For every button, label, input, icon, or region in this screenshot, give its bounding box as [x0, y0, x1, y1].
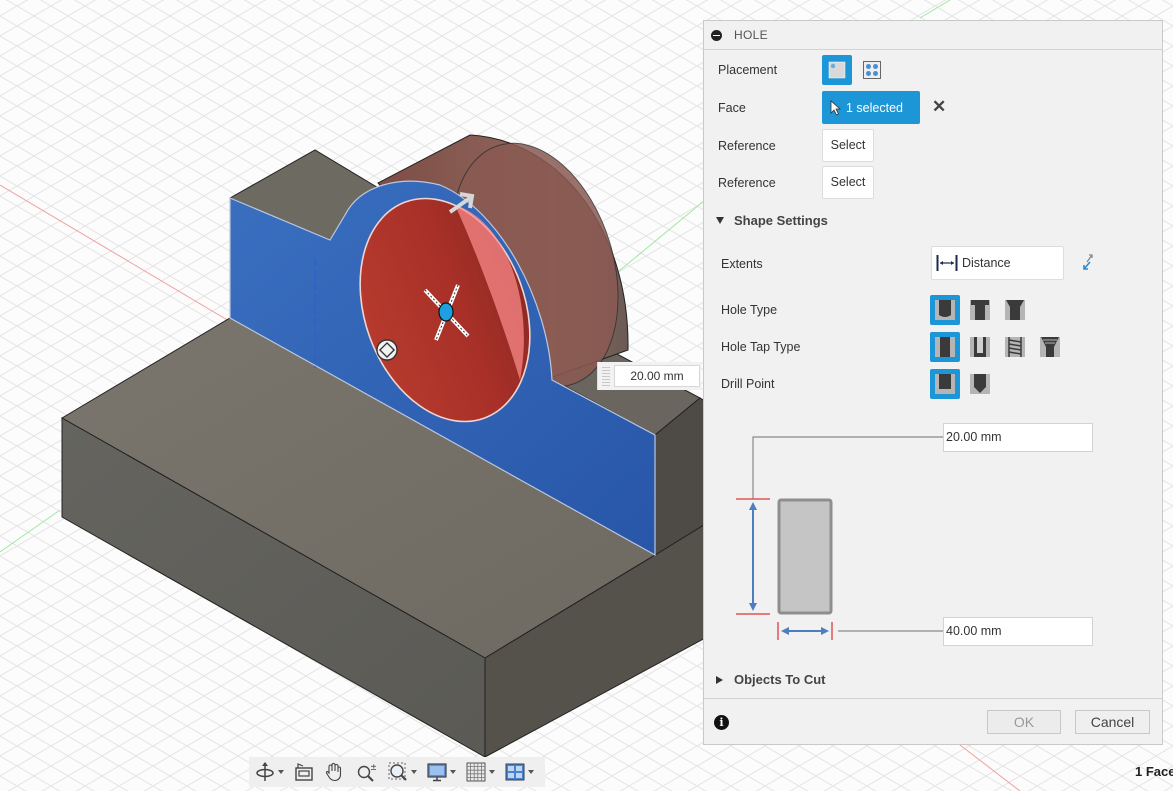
collapse-icon[interactable]: [711, 29, 722, 41]
clear-selection-icon[interactable]: ✕: [932, 97, 946, 117]
zoom-button[interactable]: ±: [354, 759, 378, 785]
single-hole-icon: [828, 61, 846, 79]
drill-point-flat-button[interactable]: [930, 369, 960, 399]
display-settings-button[interactable]: [425, 759, 462, 785]
collapsed-triangle-icon: [716, 675, 723, 684]
orbit-button[interactable]: [253, 759, 290, 785]
dialog-title: HOLE: [734, 28, 768, 42]
hole-type-simple-button[interactable]: [930, 295, 960, 325]
viewports-dropdown-caret[interactable]: [528, 770, 534, 774]
tap-tapped-icon: [1005, 337, 1025, 357]
face-selection-button[interactable]: 1 selected: [822, 91, 920, 124]
reference-row-1: Reference Select: [704, 129, 1162, 162]
drill-point-label: Drill Point: [721, 377, 775, 391]
extents-value: Distance: [962, 256, 1011, 270]
edge-point-handle[interactable]: [376, 339, 398, 361]
single-hole-button[interactable]: [822, 55, 852, 85]
grid-settings-button[interactable]: [464, 759, 501, 785]
look-at-icon: [295, 763, 313, 781]
svg-text:±: ±: [370, 763, 376, 773]
objects-to-cut-title: Objects To Cut: [734, 672, 826, 687]
simple-hole-icon: [935, 300, 955, 320]
fit-dropdown-caret[interactable]: [411, 770, 417, 774]
dialog-header[interactable]: HOLE: [704, 21, 1162, 50]
tap-simple-icon: [935, 337, 955, 357]
reference-label-1: Reference: [718, 139, 776, 153]
countersink-icon: [1005, 300, 1025, 320]
flip-direction-icon[interactable]: [1079, 252, 1097, 272]
cursor-arrow-icon: [830, 99, 842, 116]
fit-zoom-window-icon: [388, 762, 407, 781]
pan-hand-icon: [325, 762, 342, 782]
placement-label: Placement: [718, 63, 778, 77]
zoom-icon: ±: [357, 763, 376, 782]
diameter-input[interactable]: 20.00 mm: [943, 423, 1093, 452]
extents-dropdown[interactable]: Distance: [931, 246, 1064, 280]
depth-input[interactable]: 40.00 mm: [943, 617, 1093, 646]
drag-grip[interactable]: [602, 366, 610, 386]
grid-dropdown-caret[interactable]: [489, 770, 495, 774]
orbit-icon: [256, 762, 274, 781]
cancel-button[interactable]: Cancel: [1075, 710, 1150, 734]
selection-status: 1 Face: [1135, 764, 1173, 779]
ok-button[interactable]: OK: [987, 710, 1061, 734]
canvas-dimension-input[interactable]: 20.00 mm: [597, 362, 701, 390]
flat-drill-point-icon: [935, 374, 955, 394]
hole-type-counterbore-button[interactable]: [965, 295, 995, 325]
multiple-holes-icon: [863, 61, 881, 79]
drill-point-angle-button[interactable]: [965, 369, 995, 399]
display-monitor-icon: [427, 763, 447, 782]
reference-row-2: Reference Select: [704, 166, 1162, 199]
tap-type-taper-button[interactable]: [1035, 332, 1065, 362]
display-dropdown-caret[interactable]: [450, 770, 456, 774]
expand-triangle-icon: [716, 217, 724, 224]
extents-row: Extents Distance: [704, 246, 1162, 280]
multiple-holes-button[interactable]: [857, 55, 887, 85]
tap-clearance-icon: [970, 337, 990, 357]
hole-tap-type-row: Hole Tap Type: [704, 332, 1162, 362]
look-at-button[interactable]: [292, 759, 316, 785]
pan-button[interactable]: [322, 759, 346, 785]
distance-icon: [936, 255, 958, 271]
canvas-diameter-field[interactable]: 20.00 mm: [614, 365, 700, 387]
reference-select-button-2[interactable]: Select: [822, 166, 874, 199]
placement-row: Placement: [704, 55, 1162, 85]
multiple-views-icon: [505, 763, 525, 781]
hole-profile-shape: [777, 498, 833, 615]
shape-settings-title: Shape Settings: [734, 213, 828, 228]
hole-dialog: HOLE Placement Face 1 selected ✕ Referen…: [703, 20, 1163, 745]
viewports-button[interactable]: [503, 759, 540, 785]
grid-icon: [466, 762, 486, 782]
face-label: Face: [718, 101, 746, 115]
drill-point-row: Drill Point: [704, 369, 1162, 399]
info-icon[interactable]: i: [714, 715, 729, 730]
tap-type-clearance-button[interactable]: [965, 332, 995, 362]
shape-settings-header[interactable]: Shape Settings: [716, 213, 828, 228]
hole-type-countersink-button[interactable]: [1000, 295, 1030, 325]
objects-to-cut-header[interactable]: Objects To Cut: [716, 672, 825, 687]
reference-label-2: Reference: [718, 176, 776, 190]
navigation-toolbar: ±: [249, 757, 545, 787]
orbit-dropdown-caret[interactable]: [278, 770, 284, 774]
tap-type-tapped-button[interactable]: [1000, 332, 1030, 362]
tap-type-simple-button[interactable]: [930, 332, 960, 362]
face-selection-count: 1 selected: [846, 100, 903, 115]
counterbore-icon: [970, 300, 990, 320]
dialog-footer: i OK Cancel: [704, 698, 1162, 745]
face-row: Face 1 selected ✕: [704, 91, 1162, 124]
hole-tap-type-label: Hole Tap Type: [721, 340, 801, 354]
reference-select-button-1[interactable]: Select: [822, 129, 874, 162]
angled-drill-point-icon: [970, 374, 990, 394]
hole-type-label: Hole Type: [721, 303, 778, 317]
hole-type-row: Hole Type: [704, 295, 1162, 325]
tap-taper-icon: [1040, 337, 1060, 357]
extents-label: Extents: [721, 257, 763, 271]
fit-button[interactable]: [386, 759, 423, 785]
